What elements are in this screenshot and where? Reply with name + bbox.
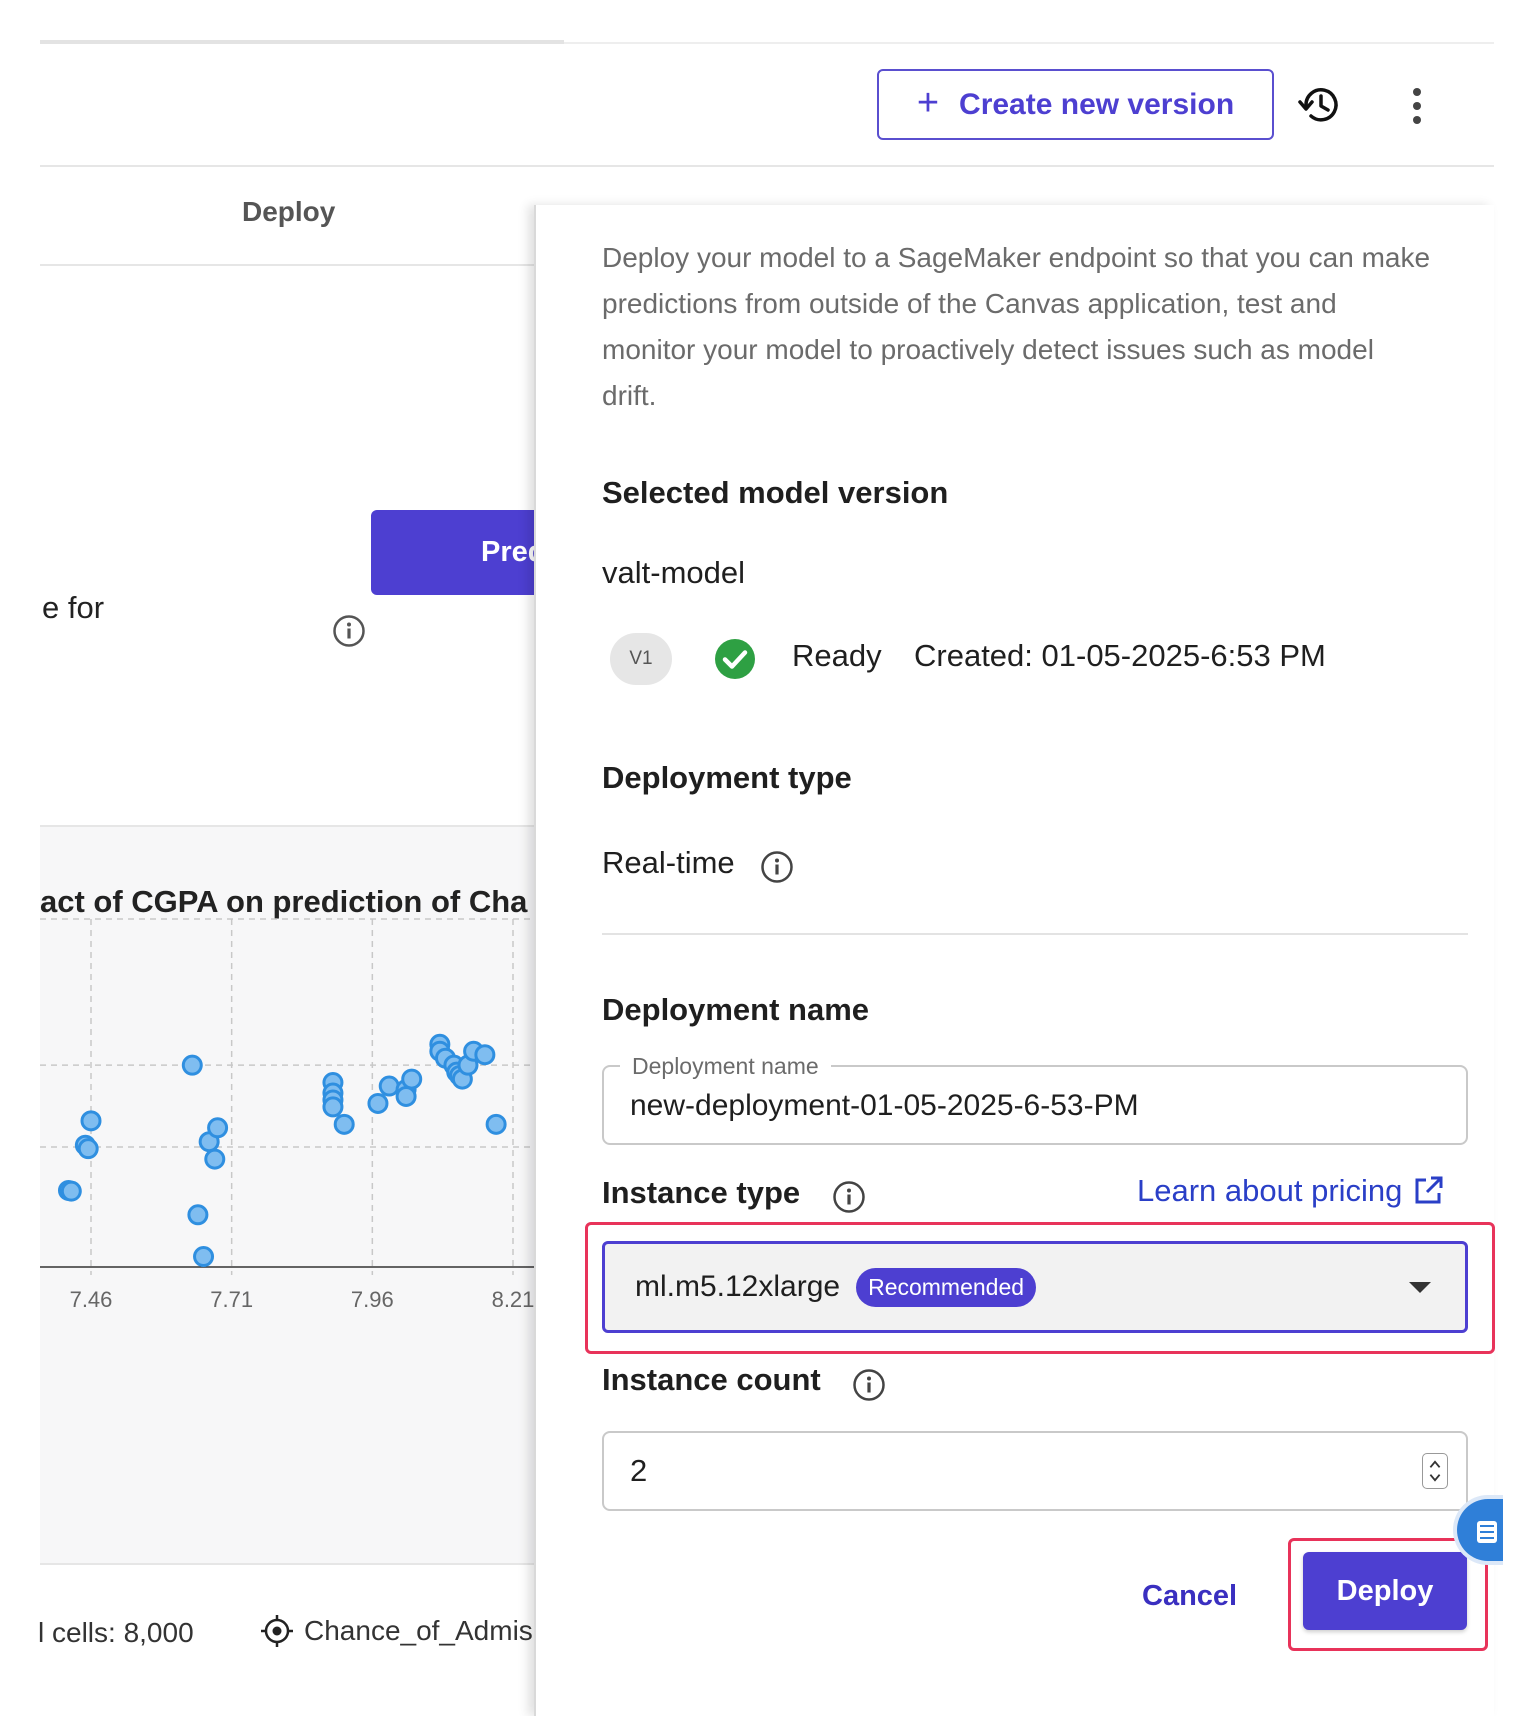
- deploy-drawer: Deploy your model to a SageMaker endpoin…: [534, 205, 1503, 1716]
- caret-down-icon: [1409, 1282, 1431, 1293]
- document-icon: [1477, 1521, 1497, 1543]
- scatter-point: [401, 1068, 423, 1090]
- predict-button[interactable]: Predict: [371, 510, 541, 595]
- scatter-point: [395, 1085, 417, 1107]
- info-icon[interactable]: [332, 614, 366, 648]
- deployment-type-value: Real-time: [602, 845, 735, 880]
- stepper-icon[interactable]: [1422, 1453, 1448, 1489]
- chart-panel: act of CGPA on prediction of Cha 7.46 7.7…: [40, 825, 534, 1565]
- scatter-point: [193, 1246, 215, 1268]
- tab-divider: [40, 264, 534, 266]
- history-icon[interactable]: [1298, 82, 1344, 128]
- x-tick-label: 7.96: [351, 1287, 394, 1312]
- x-tick-label: 7.71: [210, 1287, 253, 1312]
- learn-pricing-label: Learn about pricing: [1137, 1173, 1403, 1208]
- scatter-chart: 7.46 7.71 7.96 8.21: [40, 918, 534, 1312]
- deployment-type-heading: Deployment type: [602, 760, 852, 795]
- instance-type-value: ml.m5.12xlarge: [635, 1270, 841, 1303]
- instance-count-value[interactable]: 2: [630, 1453, 647, 1489]
- info-icon[interactable]: [852, 1368, 886, 1402]
- info-icon[interactable]: [760, 850, 794, 884]
- create-new-version-button[interactable]: + Create new version: [877, 69, 1274, 140]
- deployment-name-heading: Deployment name: [602, 992, 870, 1027]
- status-label: Ready: [792, 638, 882, 673]
- external-link-icon: [1415, 1176, 1443, 1204]
- scatter-point: [485, 1113, 507, 1135]
- kebab-menu-icon[interactable]: [1403, 86, 1431, 126]
- drawer-description: Deploy your model to a SageMaker endpoin…: [602, 242, 1431, 411]
- deploy-button[interactable]: Deploy: [1303, 1552, 1467, 1630]
- x-tick-label: 8.21: [492, 1287, 534, 1312]
- deployment-name-field-label: Deployment name: [620, 1053, 831, 1080]
- tab-deploy[interactable]: Deploy: [242, 196, 335, 228]
- progress-rule: [40, 40, 564, 44]
- learn-pricing-link[interactable]: Learn about pricing: [1137, 1173, 1444, 1209]
- instance-count-heading: Instance count: [602, 1362, 821, 1397]
- create-new-version-label: Create new version: [959, 87, 1235, 121]
- target-icon: [261, 1615, 293, 1647]
- target-column: Chance_of_Admis: [260, 1614, 535, 1648]
- plus-icon: +: [916, 81, 940, 124]
- header-divider: [40, 165, 1494, 167]
- scatter-point: [77, 1138, 99, 1160]
- check-circle-icon: [715, 639, 755, 679]
- version-badge: V1: [610, 633, 672, 685]
- deployment-name-value[interactable]: new-deployment-01-05-2025-6-53-PM: [630, 1089, 1139, 1123]
- scatter-point: [367, 1092, 389, 1114]
- created-timestamp: Created: 01-05-2025-6:53 PM: [914, 638, 1326, 673]
- info-icon[interactable]: [832, 1180, 866, 1214]
- instance-count-field[interactable]: 2: [602, 1431, 1468, 1511]
- model-name: valt-model: [602, 555, 745, 590]
- scatter-point: [207, 1117, 229, 1139]
- cancel-button[interactable]: Cancel: [1142, 1580, 1237, 1613]
- scatter-point: [80, 1110, 102, 1132]
- scatter-point: [474, 1044, 496, 1066]
- selected-model-heading: Selected model version: [602, 475, 949, 510]
- scatter-point: [187, 1204, 209, 1226]
- instance-type-select[interactable]: ml.m5.12xlarge Recommended: [602, 1241, 1468, 1333]
- scatter-point: [333, 1113, 355, 1135]
- top-rule: [564, 42, 1494, 44]
- scatter-point: [322, 1096, 344, 1118]
- recommended-badge: Recommended: [856, 1267, 1037, 1307]
- scatter-point: [204, 1148, 226, 1170]
- partial-label: e for: [42, 590, 105, 625]
- x-tick-label: 7.46: [70, 1287, 113, 1312]
- section-divider: [602, 933, 1468, 935]
- deployment-name-field[interactable]: Deployment name new-deployment-01-05-202…: [602, 1053, 1468, 1145]
- instance-type-heading: Instance type: [602, 1175, 801, 1210]
- scatter-point: [378, 1075, 400, 1097]
- scatter-point: [181, 1054, 203, 1076]
- target-column-label: Chance_of_Admis: [304, 1615, 533, 1646]
- scatter-point: [60, 1180, 82, 1202]
- total-cells-label: l cells: 8,000: [38, 1617, 194, 1648]
